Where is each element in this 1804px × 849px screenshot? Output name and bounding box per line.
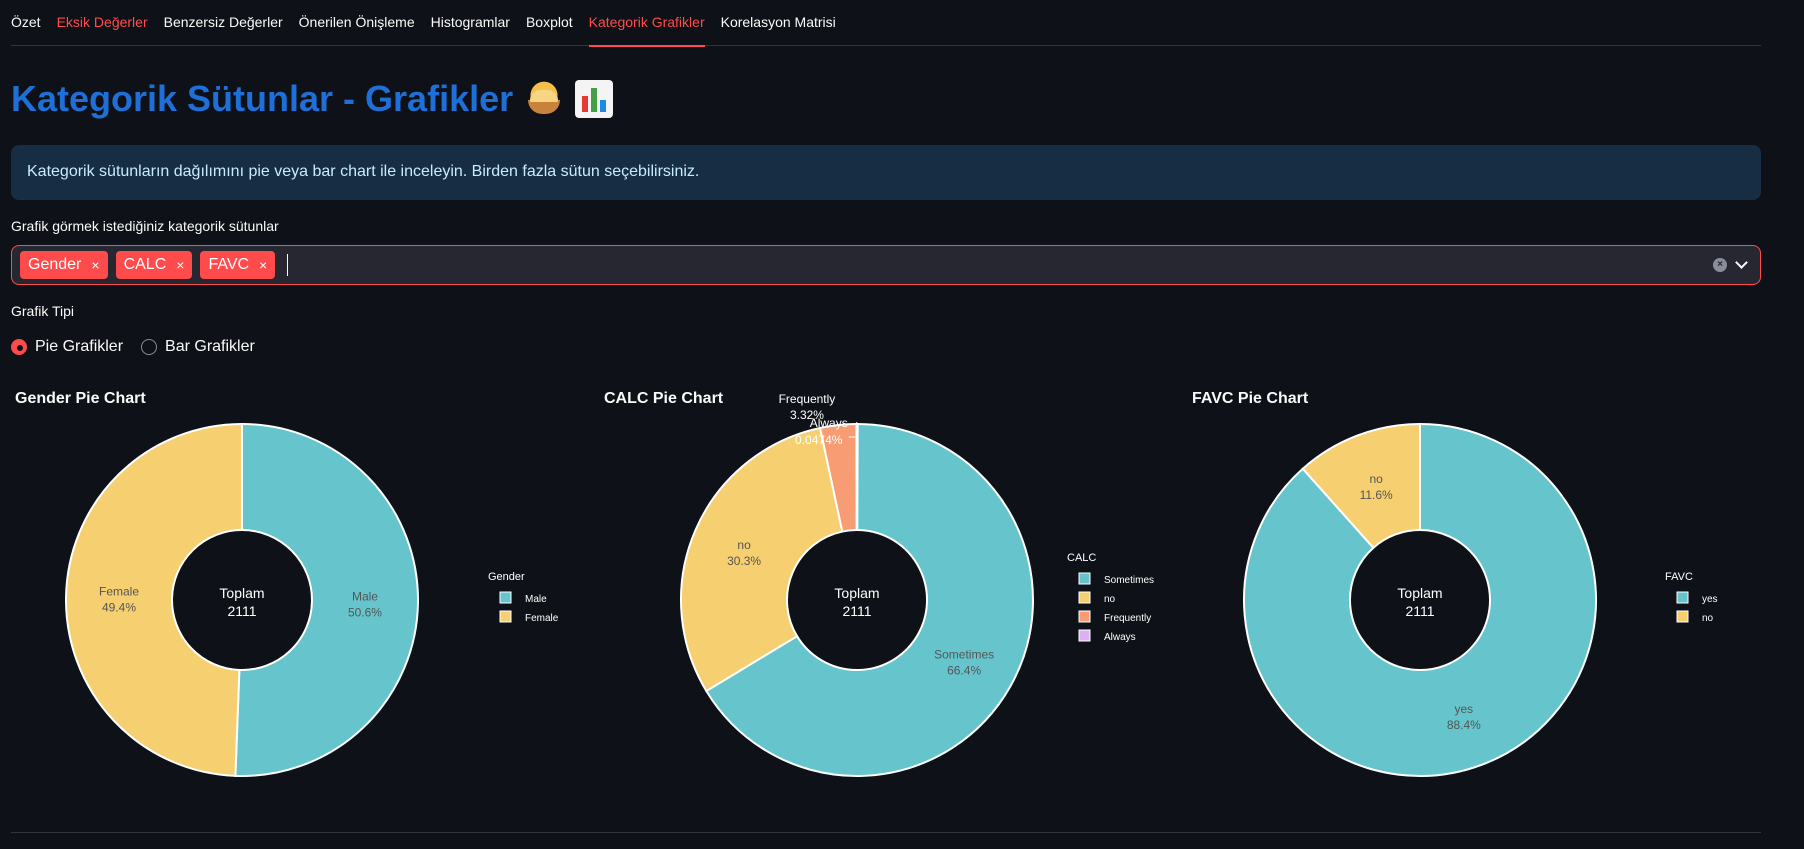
tab-onerilen-onisleme[interactable]: Önerilen Önişleme (299, 0, 415, 46)
tab-kategorik-grafikler[interactable]: Kategorik Grafikler (588, 0, 705, 47)
info-box: Kategorik sütunların dağılımını pie veya… (11, 145, 1761, 200)
bar-chart-icon (575, 80, 614, 118)
pie-slice-percent: 88.4% (1447, 718, 1481, 732)
chip-calc[interactable]: CALC × (115, 251, 193, 279)
pie-charts-canvas: Toplam2111Male50.6%Female49.4%GenderMale… (65, 392, 1718, 777)
pie-slice-sometimes (704, 422, 1034, 777)
chip-label: FAVC (208, 256, 250, 273)
pie-leader-line (848, 422, 858, 438)
legend-item: no (1104, 594, 1116, 605)
tab-eksik-degerler[interactable]: Eksik Değerler (57, 0, 148, 46)
chip-gender[interactable]: Gender × (20, 251, 108, 279)
pie-slice-label: Always (810, 416, 848, 430)
legend-item: Female (525, 613, 559, 624)
pie-center-label: Toplam (219, 585, 264, 601)
pie-slice-no (1301, 422, 1421, 550)
legend-swatch (1078, 629, 1091, 642)
pie-slice-percent: 0.0474% (795, 433, 843, 447)
tab-bar: Özet Eksik Değerler Benzersiz Değerler Ö… (11, 0, 1761, 47)
chip-label: Gender (28, 256, 82, 273)
legend-swatch (1078, 591, 1091, 604)
chart-title-calc: CALC Pie Chart (604, 390, 724, 407)
pie-slice-label: yes (1454, 702, 1473, 716)
pie-slice-percent: 49.4% (102, 601, 136, 615)
legend-item: no (1702, 613, 1714, 624)
pie-center-value: 2111 (1405, 603, 1434, 619)
page-title: Kategorik Sütunlar - Grafikler (11, 78, 614, 120)
pie-slice-female (65, 422, 243, 777)
pie-slice-percent: 11.6% (1360, 488, 1393, 502)
pie-slice-label: Female (99, 585, 139, 599)
chip-favc[interactable]: FAVC × (200, 251, 276, 279)
chart-type-label: Grafik Tipi (11, 303, 75, 319)
legend-swatch (1676, 610, 1689, 623)
legend-swatch (499, 610, 512, 623)
chip-remove-icon[interactable]: × (91, 257, 99, 273)
pie-slice-label: Frequently (779, 392, 836, 406)
legend-swatch (1078, 610, 1091, 623)
pie-slice-percent: 66.4% (947, 663, 981, 677)
tab-histogramlar[interactable]: Histogramlar (431, 0, 510, 46)
chevron-down-icon[interactable] (1735, 256, 1748, 269)
chip-remove-icon[interactable]: × (259, 257, 267, 273)
radio-bar[interactable]: Bar Grafikler (141, 338, 255, 356)
chart-title-favc: FAVC Pie Chart (1192, 390, 1309, 407)
pie-slice-percent: 30.3% (727, 554, 761, 568)
pie-slice-yes (1243, 422, 1597, 777)
pie-slice-percent: 50.6% (348, 605, 382, 619)
legend-item: yes (1702, 594, 1718, 605)
pie-slice-percent: 3.32% (790, 408, 824, 422)
radio-selected-icon (11, 339, 27, 355)
pie-slice-label: no (1369, 472, 1383, 486)
pie-slice-frequently (818, 422, 858, 533)
info-text: Kategorik sütunların dağılımını pie veya… (27, 163, 700, 180)
pie-icon (525, 80, 564, 118)
tab-korelasyon-matrisi[interactable]: Korelasyon Matrisi (721, 0, 836, 46)
legend-title: CALC (1067, 552, 1096, 564)
chart-title-gender: Gender Pie Chart (15, 390, 146, 407)
radio-label: Pie Grafikler (35, 338, 124, 355)
chip-label: CALC (123, 256, 167, 273)
app-page: Özet Eksik Değerler Benzersiz Değerler Ö… (0, 0, 1804, 849)
tab-benzersiz-degerler[interactable]: Benzersiz Değerler (164, 0, 283, 46)
legend-swatch (1078, 572, 1091, 585)
text-cursor (287, 254, 289, 276)
tab-boxplot[interactable]: Boxplot (526, 0, 573, 46)
legend-item: Frequently (1104, 613, 1151, 624)
pie-center-label: Toplam (834, 585, 879, 601)
legend-item: Always (1104, 632, 1136, 643)
column-multiselect[interactable]: Gender × CALC × FAVC × × (11, 245, 1761, 285)
pie-center-label: Toplam (1397, 585, 1442, 601)
pie-slice-always (855, 422, 859, 532)
bottom-divider (11, 832, 1761, 833)
legend-swatch (499, 591, 512, 604)
radio-unselected-icon (141, 339, 158, 355)
radio-pie[interactable]: Pie Grafikler (11, 338, 123, 356)
chip-remove-icon[interactable]: × (176, 257, 184, 273)
multiselect-controls: × (1713, 256, 1752, 272)
legend-title: FAVC (1665, 571, 1693, 583)
tab-ozet[interactable]: Özet (11, 0, 41, 46)
pie-slice-label: Sometimes (934, 647, 994, 661)
legend-item: Male (525, 594, 547, 605)
chart-type-radio-group: Pie Grafikler Bar Grafikler (11, 338, 255, 356)
radio-label: Bar Grafikler (165, 338, 255, 355)
pie-center-value: 2111 (227, 603, 256, 619)
clear-all-icon[interactable]: × (1713, 258, 1727, 272)
pie-slice-label: Male (352, 589, 378, 603)
select-label: Grafik görmek istediğiniz kategorik sütu… (11, 218, 279, 234)
pie-center-value: 2111 (842, 603, 871, 619)
legend-title: Gender (488, 571, 525, 583)
legend-item: Sometimes (1104, 575, 1154, 586)
pie-slice-no (680, 426, 844, 693)
pie-slice-male (234, 422, 419, 777)
pie-slice-label: no (737, 538, 751, 552)
legend-swatch (1676, 591, 1689, 604)
page-title-text: Kategorik Sütunlar - Grafikler (11, 78, 514, 119)
